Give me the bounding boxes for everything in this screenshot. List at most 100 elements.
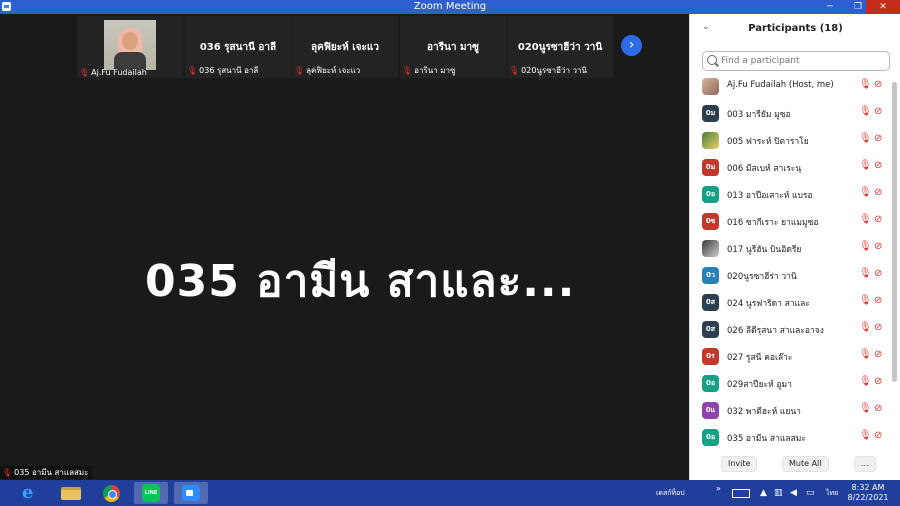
muted-mic-icon[interactable]: 🎙 <box>859 79 872 90</box>
toolbar-expand-icon[interactable]: » <box>716 484 721 493</box>
participant-row[interactable]: Aj.Fu Fudailah (Host, me) 🎙 ⊘ <box>690 73 890 100</box>
video-off-icon[interactable]: ⊘ <box>874 133 882 144</box>
network-icon[interactable]: ▥ <box>774 488 783 498</box>
muted-mic-icon[interactable]: 🎙 <box>859 430 872 441</box>
muted-mic-icon[interactable]: 🎙 <box>859 214 872 225</box>
search-input[interactable] <box>721 54 881 68</box>
participant-row[interactable]: 0ว 020นูรซาฮีร่า วานิ 🎙 ⊘ <box>690 262 890 289</box>
video-off-icon[interactable]: ⊘ <box>874 268 882 279</box>
video-off-icon[interactable]: ⊘ <box>874 430 882 441</box>
zoom-taskbar-icon[interactable] <box>174 482 208 504</box>
participant-row[interactable]: 0ร 027 รูสนี คอเล๊าะ 🎙 ⊘ <box>690 343 890 370</box>
video-off-icon[interactable]: ⊘ <box>874 349 882 360</box>
muted-mic-icon[interactable]: 🎙 <box>859 295 872 306</box>
participant-row[interactable]: 0อ 029สาปียะห์ อูมา 🎙 ⊘ <box>690 370 890 397</box>
muted-mic-icon[interactable]: 🎙 <box>859 403 872 414</box>
participant-row[interactable]: 017 นูรีฮัน บินอิดรีย 🎙 ⊘ <box>690 235 890 262</box>
title-bar: Zoom Meeting ─ ❐ ✕ <box>0 0 900 14</box>
participant-name: 027 รูสนี คอเล๊าะ <box>727 353 793 363</box>
participant-name: 003 มารียัม มูซอ <box>727 110 791 120</box>
video-tile[interactable]: ลุคฟิยะห์ เจะแว 🎙 ลุคฟิยะห์ เจะแว <box>292 16 398 78</box>
participant-name: 029สาปียะห์ อูมา <box>727 380 792 390</box>
participant-row[interactable]: 0อ 013 อาปือเสาะห์ แบรอ 🎙 ⊘ <box>690 181 890 208</box>
video-off-icon[interactable]: ⊘ <box>874 160 882 171</box>
participant-name: 035 อามีน สาแลสมะ <box>727 434 806 444</box>
windows-taskbar: e LINE เดสก์ท็อป » ▲ ▥ ◀ ▭ ไทย 8:32 AM 8… <box>0 480 900 506</box>
participant-row[interactable]: 0แ 032 พาตีฮะห์ แยนา 🎙 ⊘ <box>690 397 890 424</box>
avatar <box>702 240 719 257</box>
tile-name: อารีนา มาซู <box>427 42 479 53</box>
muted-mic-icon[interactable]: 🎙 <box>859 187 872 198</box>
participant-row[interactable]: 0ม 006 มีสเบห์ สาเระนุ 🎙 ⊘ <box>690 154 890 181</box>
tile-name: 020นูรซาฮีว่า วานิ <box>517 42 603 53</box>
start-button[interactable] <box>0 480 14 506</box>
muted-mic-icon[interactable]: 🎙 <box>859 268 872 279</box>
video-off-icon[interactable]: ⊘ <box>874 295 882 306</box>
clock-time: 8:32 AM <box>851 483 885 492</box>
muted-mic-icon: 🎙 <box>2 468 13 477</box>
keyboard-icon[interactable] <box>732 489 750 498</box>
video-off-icon[interactable]: ⊘ <box>874 376 882 387</box>
video-tile[interactable]: อารีนา มาซู 🎙 อารีนา มาซู <box>400 16 506 78</box>
participant-list: Aj.Fu Fudailah (Host, me) 🎙 ⊘ 0ม 003 มารียัม… <box>690 73 890 451</box>
participant-row[interactable]: 0ส 024 นูรฟาริดา สาและ 🎙 ⊘ <box>690 289 890 316</box>
gallery-strip: 🎙 Aj.Fu Fudailah 036 รุสนานี อาลี 🎙 036 รุ… <box>77 16 614 78</box>
participant-row[interactable]: 005 ฟาระห์ ปิตาราโย 🎙 ⊘ <box>690 127 890 154</box>
tile-label: 🎙 020นูรซาฮีว่า วานิ <box>509 66 587 75</box>
volume-icon[interactable]: ◀ <box>790 488 797 498</box>
participant-list-scrollbar[interactable] <box>892 74 897 450</box>
muted-mic-icon[interactable]: 🎙 <box>859 241 872 252</box>
muted-mic-icon: 🎙 <box>509 66 520 75</box>
mute-all-button[interactable]: Mute All <box>782 456 829 472</box>
avatar <box>702 78 719 95</box>
video-off-icon[interactable]: ⊘ <box>874 79 882 90</box>
muted-mic-icon[interactable]: 🎙 <box>859 106 872 117</box>
participant-search[interactable] <box>702 51 890 71</box>
muted-mic-icon[interactable]: 🎙 <box>859 349 872 360</box>
file-explorer-icon[interactable] <box>54 482 88 504</box>
muted-mic-icon: 🎙 <box>79 68 90 77</box>
video-off-icon[interactable]: ⊘ <box>874 106 882 117</box>
muted-mic-icon[interactable]: 🎙 <box>859 376 872 387</box>
participant-row[interactable]: 0ซ 016 ซากีเราะ ยาแมมูซอ 🎙 ⊘ <box>690 208 890 235</box>
participant-name: 024 นูรฟาริดา สาและ <box>727 299 810 309</box>
video-off-icon[interactable]: ⊘ <box>874 187 882 198</box>
active-speaker-name: 035 อามีน สาและ... <box>145 256 576 307</box>
avatar: 0อ <box>702 186 719 203</box>
tray-arrow-icon[interactable]: ▲ <box>760 488 767 498</box>
tile-name: 036 รุสนานี อาลี <box>199 42 277 53</box>
internet-explorer-icon[interactable]: e <box>14 482 48 504</box>
video-tile[interactable]: 020นูรซาฮีว่า วานิ 🎙 020นูรซาฮีว่า วานิ <box>507 16 613 78</box>
line-app-icon[interactable]: LINE <box>134 482 168 504</box>
input-language[interactable]: ไทย <box>826 488 838 499</box>
next-page-arrow-icon[interactable]: › <box>621 35 642 56</box>
video-off-icon[interactable]: ⊘ <box>874 322 882 333</box>
desktop-toolbar-label[interactable]: เดสก์ท็อป <box>656 488 685 499</box>
more-options-button[interactable]: ... <box>854 456 876 472</box>
video-off-icon[interactable]: ⊘ <box>874 403 882 414</box>
chrome-icon[interactable] <box>94 482 128 504</box>
video-tile[interactable]: 🎙 Aj.Fu Fudailah <box>77 16 183 78</box>
video-off-icon[interactable]: ⊘ <box>874 241 882 252</box>
tile-label: 🎙 อารีนา มาซู <box>402 66 456 75</box>
muted-mic-icon[interactable]: 🎙 <box>859 133 872 144</box>
avatar: 0ร <box>702 348 719 365</box>
participant-row[interactable]: 0ส 026 ลีดีรุสนา สาและอาจง 🎙 ⊘ <box>690 316 890 343</box>
invite-button[interactable]: Invite <box>721 456 758 472</box>
video-off-icon[interactable]: ⊘ <box>874 214 882 225</box>
clock-date: 8/22/2021 <box>847 493 889 502</box>
avatar: 0ม <box>702 105 719 122</box>
participant-row[interactable]: 0ม 003 มารียัม มูซอ 🎙 ⊘ <box>690 100 890 127</box>
action-center-icon[interactable]: ▭ <box>806 488 815 498</box>
participant-name: 026 ลีดีรุสนา สาและอาจง <box>727 326 824 336</box>
participant-name: 005 ฟาระห์ ปิตาราโย <box>727 137 809 147</box>
participant-row[interactable]: 0อ 035 อามีน สาแลสมะ 🎙 ⊘ <box>690 424 890 451</box>
avatar: 0ส <box>702 321 719 338</box>
close-button[interactable]: ✕ <box>866 0 900 14</box>
clock[interactable]: 8:32 AM 8/22/2021 <box>846 483 890 503</box>
video-tile[interactable]: 036 รุสนานี อาลี 🎙 036 รุสนานี อาลี <box>185 16 291 78</box>
scrollbar-thumb[interactable] <box>892 82 897 382</box>
muted-mic-icon[interactable]: 🎙 <box>859 322 872 333</box>
muted-mic-icon[interactable]: 🎙 <box>859 160 872 171</box>
minimize-button[interactable]: ─ <box>818 0 842 14</box>
